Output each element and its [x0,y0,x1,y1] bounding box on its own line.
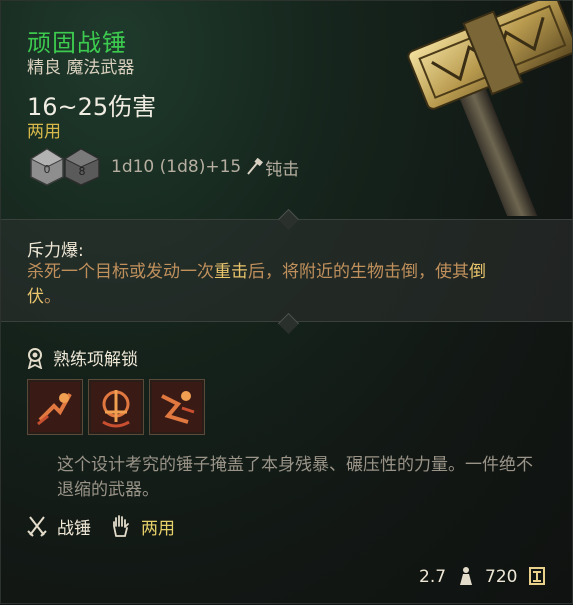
flavor-text: 这个设计考究的锤子掩盖了本身残暴、碾压性的力量。一件绝不退缩的武器。 [57,455,533,500]
item-tooltip: 顽固战锤 精良 魔法武器 16~25伤害 两用 0 8 1d10 (1d8)+1… [0,0,573,604]
price-value: 720 [485,567,518,587]
gold-coin-icon [529,567,545,585]
dice-formula: 1d10 (1d8)+15 [111,157,242,177]
hand-icon [113,515,129,537]
action-section: 斥力爆: 杀死一个目标或发动一次重击后，将附近的生物击倒，使其倒伏。 [1,208,573,335]
svg-text:0: 0 [44,163,51,176]
item-tags: 战锤 两用 [27,511,175,541]
item-footer: 2.7 720 [1,557,573,605]
action-desc-text: 杀死一个目标或发动一次 [27,262,214,282]
skill-2-icon [91,382,141,432]
skill-slot-3[interactable] [149,379,205,435]
dice-icon: 0 8 [29,148,101,186]
skill-slot-2[interactable] [88,379,144,435]
action-desc-text: 后，将附近的生物击倒，使其 [248,262,469,282]
action-description: 杀死一个目标或发动一次重击后，将附近的生物击倒，使其倒伏。 [27,260,507,310]
svg-text:8: 8 [79,165,86,178]
action-title: 斥力爆: [27,241,84,261]
damage-type: 钝击 [265,159,300,180]
handedness: 两用 [27,122,61,142]
weapon-type-label: 战锤 [57,518,91,539]
section-notch-bottom [277,312,300,335]
damage-dice-row: 0 8 1d10 (1d8)+15 钝击 [27,147,299,187]
skill-1-icon [30,382,80,432]
proficiency-skills [27,379,205,435]
weight-value: 2.7 [419,567,447,587]
weight-icon [460,567,472,585]
warhammer-icon [407,1,572,216]
hands-label: 两用 [141,518,175,539]
section-notch-top [277,208,300,231]
bludgeoning-icon [247,158,264,175]
proficiency-label: 熟练项解锁 [53,350,138,370]
keyword-heavy-strike[interactable]: 重击 [214,262,248,282]
proficiency-medal-icon [27,347,43,369]
skill-3-icon [152,382,202,432]
proficiency-header: 熟练项解锁 [25,345,138,370]
action-desc-text: 。 [44,287,61,307]
crossed-weapons-icon [27,516,47,537]
item-rarity: 精良 魔法武器 [27,58,135,78]
skill-slot-1[interactable] [27,379,83,435]
